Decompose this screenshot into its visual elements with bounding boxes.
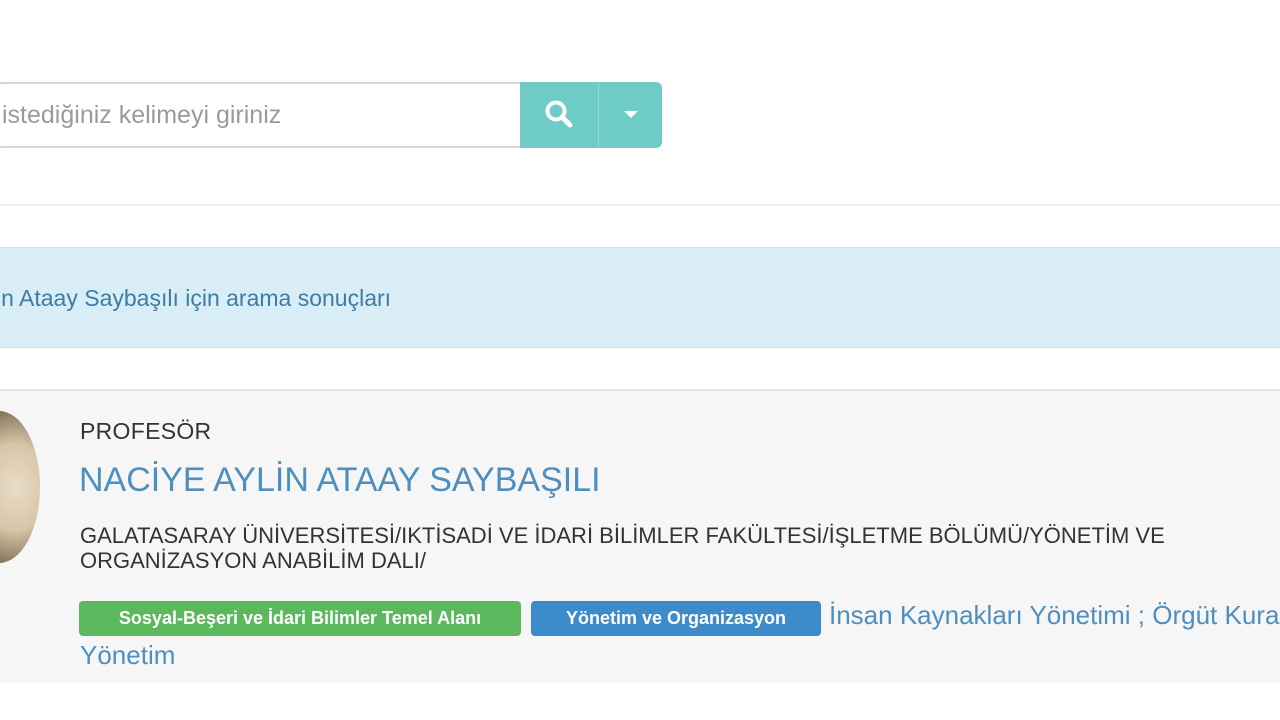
subfield-tag[interactable]: Yönetim ve Organizasyon [531,601,821,636]
search-results-banner: in Ataay Saybaşılı için arama sonuçları [0,247,1280,348]
researcher-name-link[interactable]: NACİYE AYLİN ATAAY SAYBAŞILI [79,461,601,500]
field-tag[interactable]: Sosyal-Beşeri ve İdari Bilimler Temel Al… [79,601,521,636]
keywords-link[interactable]: İnsan Kaynakları Yönetimi ; Örgüt Kuramı… [829,600,1280,631]
search-button[interactable] [520,82,598,148]
search-bar [0,82,662,148]
divider [0,204,1280,206]
search-options-dropdown[interactable] [598,82,662,148]
affiliation: GALATASARAY ÜNİVERSİTESİ/IKTİSADİ VE İDA… [80,523,1165,573]
caret-down-icon [623,108,639,123]
search-input[interactable] [0,82,520,148]
search-results-heading: in Ataay Saybaşılı için arama sonuçları [0,285,392,311]
academic-title: PROFESÖR [80,418,212,444]
keywords-link[interactable]: Yönetim [80,640,175,671]
search-icon [544,99,574,132]
